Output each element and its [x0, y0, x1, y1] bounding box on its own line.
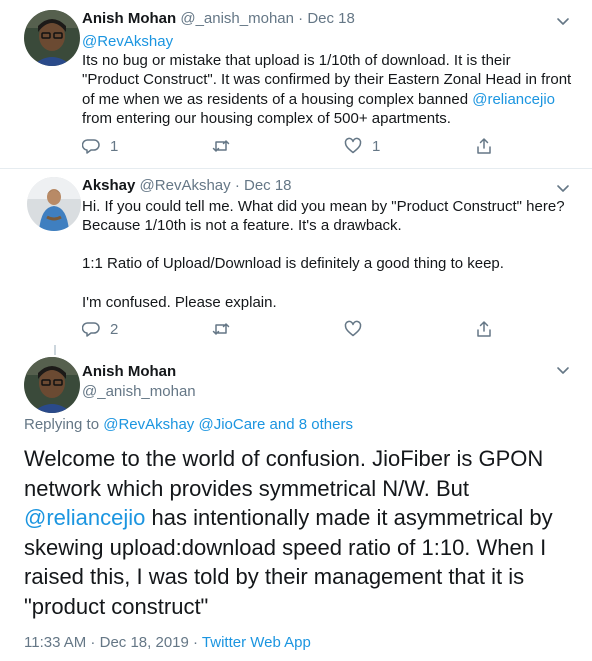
tweet-actions: 1 1 [82, 137, 502, 157]
tweet-text-line: Its no bug or mistake that upload is 1/1… [82, 52, 511, 70]
tweet-text-line: @reliancejio has intentionally made it a… [24, 503, 584, 533]
retweet-button[interactable] [212, 320, 230, 338]
tweet-text-line: I'm confused. Please explain. [82, 293, 277, 311]
share-button[interactable] [475, 137, 493, 155]
tweet-text-line: "product construct" [24, 593, 209, 619]
tweet-text: Hi. If you could tell me. What did you m… [82, 197, 565, 312]
reply-count: 2 [110, 320, 119, 338]
meta-separator: · [188, 634, 202, 651]
chevron-down-icon[interactable] [556, 181, 570, 195]
tweet-1[interactable]: Anish Mohan @_anish_mohan · Dec 18 @RevA… [0, 0, 592, 168]
tweet-text-line: raised this, I was told by their managem… [24, 564, 525, 589]
tweet-meta: 11:33 AM · Dec 18, 2019 · Twitter Web Ap… [24, 634, 311, 651]
retweet-button[interactable] [212, 137, 230, 155]
author-block: Anish Mohan @_anish_mohan [82, 363, 196, 400]
tweet-text-line: from entering our housing complex of 500… [82, 109, 451, 127]
tweet-text-line: skewing upload:download speed ratio of 1… [24, 534, 547, 560]
tweet-2[interactable]: Akshay @RevAkshay · Dec 18 Hi. If you co… [0, 169, 592, 345]
chevron-down-icon[interactable] [556, 363, 570, 377]
separator: · [298, 10, 304, 27]
tweet-header: Akshay @RevAkshay · Dec 18 [82, 177, 292, 194]
tweet-date[interactable]: Dec 18 [244, 177, 292, 194]
share-button[interactable] [475, 320, 493, 338]
tweet-header: Anish Mohan @_anish_mohan · Dec 18 [82, 10, 355, 27]
replying-to-label: Replying to [24, 416, 104, 433]
focused-tweet-text: Welcome to the world of confusion. JioFi… [24, 444, 584, 621]
like-icon [344, 320, 362, 337]
tweet-date[interactable]: Dec 18 [307, 10, 355, 27]
handle[interactable]: @_anish_mohan [180, 10, 294, 27]
handle[interactable]: @RevAkshay [140, 177, 231, 194]
tweet-text: @RevAkshay Its no bug or mistake that up… [82, 32, 571, 128]
like-count: 1 [372, 137, 381, 155]
tweet-full-date[interactable]: Dec 18, 2019 [100, 634, 189, 651]
retweet-icon [212, 323, 230, 335]
chevron-down-icon[interactable] [556, 14, 570, 28]
tweet-source[interactable]: Twitter Web App [202, 634, 311, 651]
tweet-text-line: Welcome to the world of confusion. JioFi… [24, 446, 544, 471]
reply-icon [82, 139, 100, 154]
tweet-actions: 2 [82, 320, 502, 340]
avatar[interactable] [24, 10, 80, 66]
mention-link[interactable]: @reliancejio [24, 505, 145, 530]
tweet-text-line: "Product Construct". It was confirmed by… [82, 71, 572, 89]
tweet-text-line: Hi. If you could tell me. What did you m… [82, 198, 565, 215]
replying-to-mentions[interactable]: @RevAkshay @JioCare and 8 others [103, 416, 353, 433]
tweet-text-fragment: has intentionally made it asymmetrical b… [145, 505, 553, 530]
replying-to: Replying to @RevAkshay @JioCare and 8 ot… [24, 416, 353, 433]
like-icon [344, 137, 362, 154]
display-name[interactable]: Anish Mohan [82, 10, 176, 27]
like-button[interactable] [344, 320, 362, 338]
tweet-text-line: network which provides symmetrical N/W. … [24, 475, 470, 501]
tweet-time[interactable]: 11:33 AM [24, 634, 86, 651]
reply-icon [82, 322, 100, 337]
handle[interactable]: @_anish_mohan [82, 383, 196, 400]
share-icon [477, 138, 491, 154]
avatar[interactable] [27, 177, 81, 231]
reply-button[interactable]: 1 [82, 137, 118, 155]
display-name[interactable]: Akshay [82, 177, 135, 194]
meta-separator: · [86, 634, 100, 651]
mention-link[interactable]: @RevAkshay [82, 32, 571, 51]
reply-button[interactable]: 2 [82, 320, 118, 338]
mention-link[interactable]: @reliancejio [472, 91, 555, 108]
tweet-text-line: Because 1/10th is not a feature. It's a … [82, 217, 402, 235]
tweet-text-line: of me when we as residents of a housing … [82, 90, 571, 109]
retweet-icon [212, 140, 230, 152]
like-button[interactable]: 1 [344, 137, 380, 155]
display-name[interactable]: Anish Mohan [82, 363, 196, 380]
reply-count: 1 [110, 137, 119, 155]
tweet-text-fragment: of me when we as residents of a housing … [82, 90, 473, 108]
tweet-text-line: 1:1 Ratio of Upload/Download is definite… [82, 255, 504, 273]
share-icon [477, 321, 491, 337]
avatar[interactable] [24, 357, 80, 413]
separator: · [234, 177, 240, 194]
